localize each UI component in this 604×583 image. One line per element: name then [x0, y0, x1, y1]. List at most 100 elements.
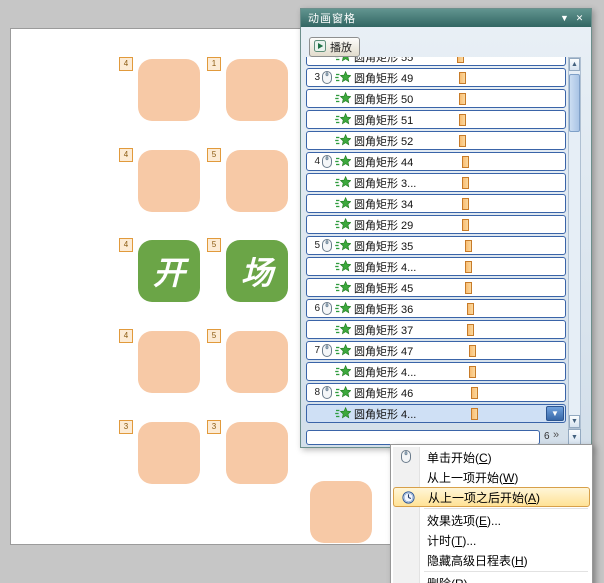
play-button[interactable]: 播放 [309, 37, 360, 57]
menu-item[interactable]: 效果选项(E)... [393, 510, 590, 530]
scrollbar-thumb[interactable] [569, 74, 580, 132]
tile-calligraphy-text: 场 [226, 240, 288, 302]
animation-item[interactable]: 6圆角矩形 36 [306, 299, 566, 318]
animation-order-badge[interactable]: 4 [119, 238, 133, 252]
animation-item[interactable]: 圆角矩形 4... [306, 257, 566, 276]
timing-bar[interactable] [471, 408, 478, 420]
tile-calligraphy-text: 开 [138, 240, 200, 302]
timeline-scroll-arrows-icon[interactable]: » [553, 429, 559, 441]
animation-item-label: 圆角矩形 47 [354, 343, 413, 359]
application-window: 4145开4场54533 动画窗格 ▼ ✕ 播放 圆角矩形 553圆角矩形 49… [0, 0, 604, 583]
animation-order-badge[interactable]: 5 [207, 329, 221, 343]
animation-item-label: 圆角矩形 36 [354, 301, 413, 317]
animation-order-badge[interactable]: 4 [119, 57, 133, 71]
vertical-scrollbar[interactable]: ▲ ▼ [568, 57, 581, 429]
scroll-up-button[interactable]: ▲ [569, 58, 580, 71]
pane-close-icon[interactable]: ✕ [572, 11, 587, 25]
animation-item[interactable]: 圆角矩形 37 [306, 320, 566, 339]
mouse-click-icon [322, 155, 332, 168]
timing-bar[interactable] [462, 219, 469, 231]
slide-shape-rounded-rect[interactable]: 4 [138, 150, 200, 212]
entrance-effect-star-icon [335, 113, 351, 126]
pane-menu-chevron-icon[interactable]: ▼ [557, 11, 572, 25]
animation-item[interactable]: 3圆角矩形 49 [306, 68, 566, 87]
slide-shape-rounded-rect[interactable]: 4 [138, 59, 200, 121]
mouse-trigger-slot [320, 239, 334, 252]
slide-shape-rounded-rect[interactable]: 5 [226, 150, 288, 212]
timing-bar[interactable] [469, 366, 476, 378]
menu-item[interactable]: 删除(R) [393, 573, 590, 583]
menu-item-label: 单击开始(C) [427, 449, 492, 466]
animation-item-label: 圆角矩形 45 [354, 280, 413, 296]
timing-bar[interactable] [462, 198, 469, 210]
timing-bar[interactable] [462, 156, 469, 168]
menu-item[interactable]: 隐藏高级日程表(H) [393, 550, 590, 570]
slide-shape-rounded-rect[interactable]: 3 [226, 422, 288, 484]
animation-item[interactable]: 圆角矩形 34 [306, 194, 566, 213]
slide-shape-rounded-rect[interactable]: 1 [226, 59, 288, 121]
slide-shape-title-tile[interactable]: 场5 [226, 240, 288, 302]
animation-order-badge[interactable]: 3 [207, 420, 221, 434]
animation-item[interactable]: 7圆角矩形 47 [306, 341, 566, 360]
animation-item[interactable]: 圆角矩形 3... [306, 173, 566, 192]
effect-icon-slot [334, 113, 352, 126]
timing-bar[interactable] [467, 324, 474, 336]
slide-shape-rounded-rect[interactable]: 4 [138, 331, 200, 393]
animation-order-badge[interactable]: 5 [207, 238, 221, 252]
effect-icon-slot [334, 57, 352, 63]
slide-shape-rounded-rect[interactable] [310, 481, 372, 543]
timing-bar[interactable] [465, 261, 472, 273]
timing-bar[interactable] [465, 282, 472, 294]
timeline-zoom-button[interactable]: ▼ [568, 429, 581, 445]
timing-bar[interactable] [465, 240, 472, 252]
animation-item-label: 圆角矩形 29 [354, 217, 413, 233]
timeline-seconds-label: 6 [544, 431, 550, 442]
animation-item[interactable]: 8圆角矩形 46 [306, 383, 566, 402]
animation-item[interactable]: 圆角矩形 55 [306, 57, 566, 66]
animation-list-items: 圆角矩形 55 3圆角矩形 49 圆角矩形 50 圆角矩形 51 圆角矩形 52 4圆角矩… [306, 57, 566, 425]
entrance-effect-star-icon [335, 323, 351, 336]
scroll-down-button[interactable]: ▼ [569, 415, 580, 428]
animation-item[interactable]: 圆角矩形 4...▼ [306, 404, 566, 423]
slide-shape-rounded-rect[interactable]: 3 [138, 422, 200, 484]
timing-bar[interactable] [457, 57, 464, 63]
effect-icon-slot [334, 407, 352, 420]
timing-bar[interactable] [471, 387, 478, 399]
animation-order-badge[interactable]: 4 [119, 329, 133, 343]
animation-order-badge[interactable]: 1 [207, 57, 221, 71]
mouse-icon [401, 450, 411, 466]
animation-item-label: 圆角矩形 50 [354, 91, 413, 107]
menu-item-label: 删除(R) [427, 575, 468, 583]
animation-order-badge[interactable]: 5 [207, 148, 221, 162]
timing-bar[interactable] [459, 93, 466, 105]
menu-item[interactable]: 从上一项开始(W) [393, 467, 590, 487]
timing-bar[interactable] [462, 177, 469, 189]
timing-bar[interactable] [459, 135, 466, 147]
timing-bar[interactable] [467, 303, 474, 315]
animation-order-badge[interactable]: 4 [119, 148, 133, 162]
animation-item[interactable]: 圆角矩形 45 [306, 278, 566, 297]
menu-item[interactable]: 从上一项之后开始(A) [393, 487, 590, 507]
timing-bar[interactable] [459, 114, 466, 126]
animation-item[interactable]: 圆角矩形 51 [306, 110, 566, 129]
menu-item[interactable]: 单击开始(C) [393, 447, 590, 467]
effect-icon-slot [334, 365, 352, 378]
animation-item-label: 圆角矩形 49 [354, 70, 413, 86]
animation-item[interactable]: 圆角矩形 52 [306, 131, 566, 150]
menu-item[interactable]: 计时(T)... [393, 530, 590, 550]
entrance-effect-star-icon [335, 386, 351, 399]
slide-shape-rounded-rect[interactable]: 5 [226, 331, 288, 393]
animation-item[interactable]: 圆角矩形 50 [306, 89, 566, 108]
effect-icon-slot [334, 323, 352, 336]
slide-shape-title-tile[interactable]: 开4 [138, 240, 200, 302]
timing-bar[interactable] [469, 345, 476, 357]
animation-item[interactable]: 5圆角矩形 35 [306, 236, 566, 255]
animation-item[interactable]: 4圆角矩形 44 [306, 152, 566, 171]
menu-item-label: 从上一项开始(W) [427, 469, 518, 486]
animation-order-badge[interactable]: 3 [119, 420, 133, 434]
timing-bar[interactable] [459, 72, 466, 84]
item-options-dropdown[interactable]: ▼ [546, 406, 564, 421]
animation-item[interactable]: 圆角矩形 4... [306, 362, 566, 381]
animation-item[interactable]: 圆角矩形 29 [306, 215, 566, 234]
effect-icon-slot [334, 197, 352, 210]
